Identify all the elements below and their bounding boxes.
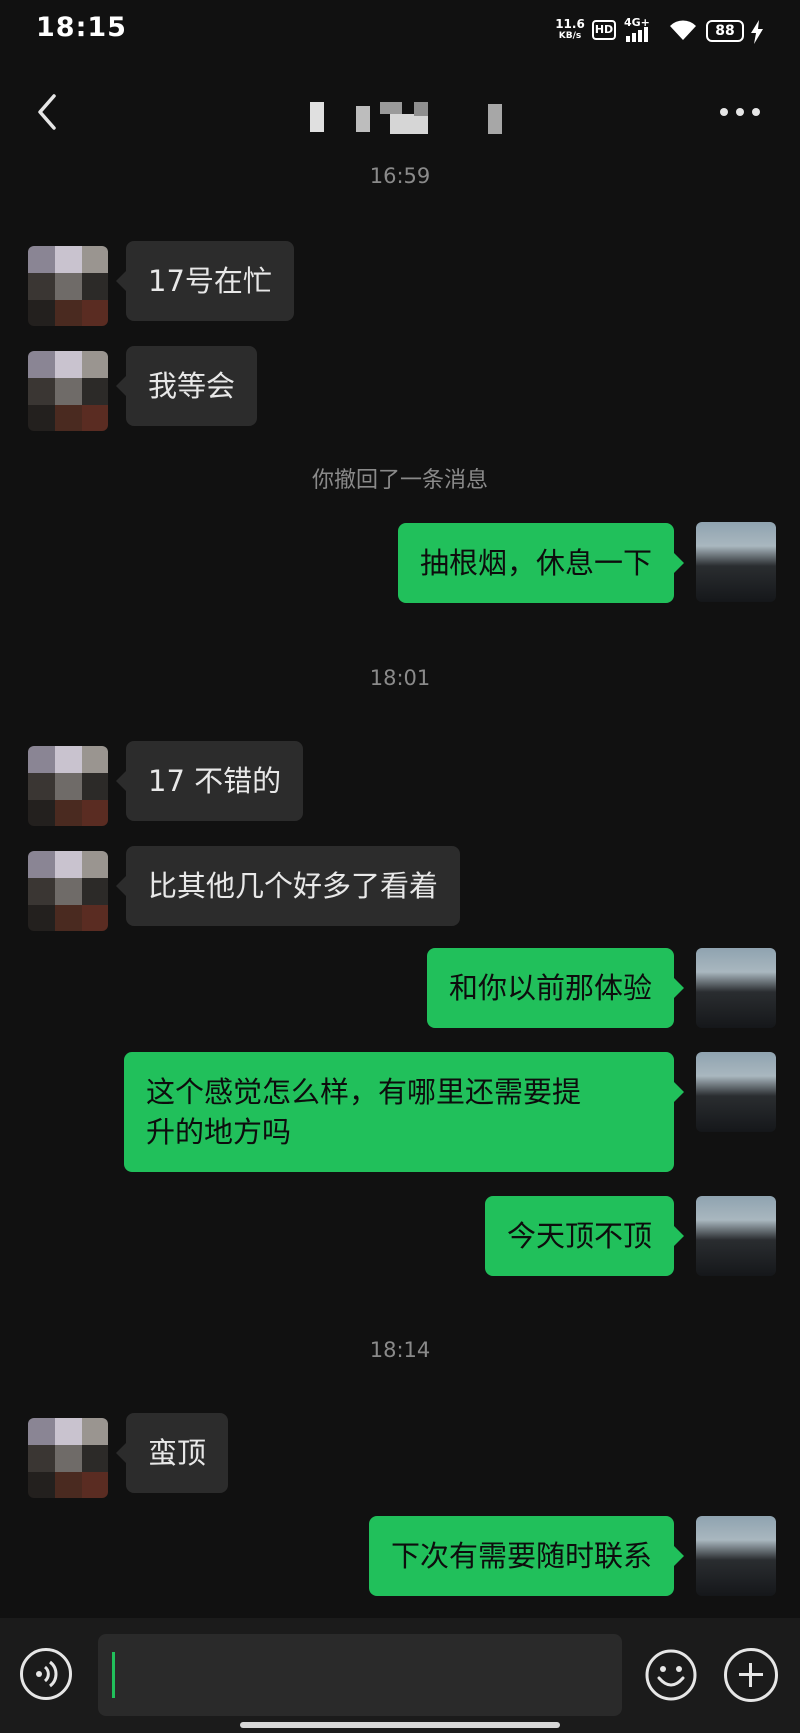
signal-4g-icon: 4G+ bbox=[624, 16, 658, 44]
status-bar: 18:15 11.6 KB/s HD 4G+ 88 bbox=[0, 0, 800, 62]
back-icon[interactable] bbox=[28, 90, 68, 134]
outgoing-message[interactable]: 这个感觉怎么样，有哪里还需要提 升的地方吗 bbox=[124, 1052, 684, 1172]
avatar[interactable] bbox=[696, 1196, 776, 1276]
avatar[interactable] bbox=[696, 1516, 776, 1596]
outgoing-message[interactable]: 和你以前那体验 bbox=[426, 948, 685, 1028]
outgoing-message-line: 这个感觉怎么样，有哪里还需要提 bbox=[146, 1075, 582, 1109]
avatar[interactable] bbox=[28, 851, 108, 931]
recall-notice: 你撤回了一条消息 bbox=[311, 468, 488, 493]
avatar[interactable] bbox=[28, 1418, 108, 1498]
hd-icon: HD bbox=[592, 20, 616, 40]
avatar[interactable] bbox=[696, 522, 776, 602]
chat-header bbox=[0, 62, 800, 162]
avatar[interactable] bbox=[28, 746, 108, 826]
contact-name-redacted bbox=[306, 100, 506, 136]
charging-bolt-icon bbox=[751, 20, 763, 44]
message-input[interactable] bbox=[98, 1634, 622, 1716]
battery-level: 88 bbox=[715, 23, 735, 39]
emoji-icon[interactable] bbox=[644, 1648, 698, 1702]
text-cursor bbox=[112, 1652, 115, 1698]
network-speed-unit: KB/s bbox=[558, 31, 582, 41]
incoming-message[interactable]: 我等会 bbox=[115, 346, 258, 426]
incoming-message[interactable]: 17号在忙 bbox=[116, 241, 294, 321]
more-icon[interactable] bbox=[720, 108, 766, 122]
input-bar bbox=[0, 1618, 800, 1733]
incoming-message[interactable]: 比其他几个好多了看着 bbox=[115, 846, 461, 926]
battery-icon: 88 bbox=[706, 20, 744, 42]
plus-icon[interactable] bbox=[724, 1648, 778, 1702]
voice-icon[interactable] bbox=[20, 1648, 72, 1700]
incoming-message[interactable]: 17 不错的 bbox=[115, 741, 304, 821]
incoming-message[interactable]: 蛮顶 bbox=[115, 1413, 229, 1493]
timestamp: 16:59 bbox=[369, 164, 431, 188]
avatar[interactable] bbox=[696, 1052, 776, 1132]
avatar[interactable] bbox=[28, 351, 108, 431]
outgoing-message[interactable]: 今天顶不顶 bbox=[484, 1196, 685, 1276]
network-speed-value: 11.6 bbox=[555, 17, 585, 31]
network-speed: 11.6 KB/s bbox=[554, 18, 586, 42]
home-indicator bbox=[240, 1722, 560, 1728]
avatar[interactable] bbox=[696, 948, 776, 1028]
outgoing-message-line: 升的地方吗 bbox=[146, 1115, 292, 1149]
wifi-icon bbox=[670, 20, 696, 40]
outgoing-message[interactable]: 下次有需要随时联系 bbox=[368, 1516, 685, 1596]
timestamp: 18:14 bbox=[369, 1338, 431, 1362]
status-time: 18:15 bbox=[36, 12, 127, 43]
outgoing-message[interactable]: 抽根烟，休息一下 bbox=[397, 523, 685, 603]
avatar[interactable] bbox=[28, 246, 108, 326]
timestamp: 18:01 bbox=[369, 666, 431, 690]
